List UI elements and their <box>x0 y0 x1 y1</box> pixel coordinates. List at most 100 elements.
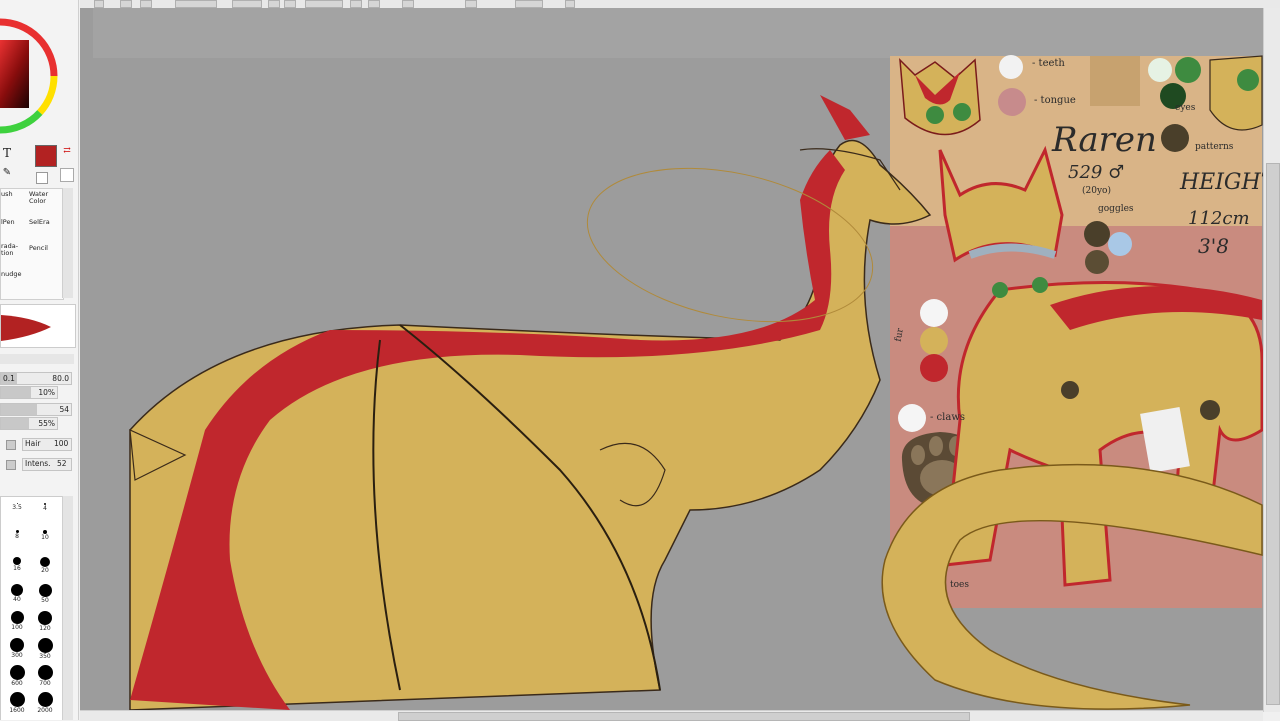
brush-size-option[interactable]: 2000 <box>31 692 59 714</box>
brush-size-dot <box>9 692 25 707</box>
brush-tool-selection-eraser[interactable]: SelEra <box>29 219 59 245</box>
texture-label: Hair <box>25 439 41 448</box>
toolbar-button[interactable] <box>565 0 575 8</box>
brush-size-dot <box>38 584 52 597</box>
brush-size-dot <box>10 611 24 624</box>
brush-size-dot <box>10 638 24 652</box>
toolbar-button[interactable] <box>402 0 414 8</box>
brush-tool-brush[interactable]: ush <box>1 191 31 217</box>
brush-label: SelEra <box>29 218 50 226</box>
primary-color-swatch[interactable] <box>35 145 57 167</box>
brush-size-dot <box>37 692 53 707</box>
opacity-slider[interactable]: 55% <box>0 417 58 430</box>
ref-height-cm: 112cm <box>1188 208 1250 229</box>
brush-preset-row[interactable] <box>0 354 74 364</box>
brush-size-dot <box>37 638 53 653</box>
brush-tool-pencil[interactable]: Pencil <box>29 245 59 271</box>
brush-size-label: 16 <box>13 565 21 572</box>
ref-eyes-label: eyes <box>1175 103 1196 113</box>
zoom-dropdown[interactable] <box>232 0 262 8</box>
brush-size-dot <box>9 665 25 680</box>
brush-size-option[interactable]: 120 <box>31 611 59 632</box>
secondary-color-swatch[interactable] <box>36 172 48 184</box>
brush-size-label: 40 <box>13 596 21 603</box>
texture-row[interactable]: Hair 100 <box>0 438 72 451</box>
brush-size-option[interactable]: 600 <box>3 665 31 687</box>
ref-goggles-label: goggles <box>1098 204 1134 214</box>
size-grid-scrollbar[interactable] <box>62 496 73 720</box>
toolbar-button[interactable] <box>120 0 132 8</box>
stabilizer-icon <box>465 0 477 8</box>
brush-size-option[interactable]: 300 <box>3 638 31 659</box>
toolbar-button[interactable] <box>350 0 362 8</box>
brush-size-label: 1600 <box>9 707 25 714</box>
ref-toes-label: toes <box>950 580 969 590</box>
brush-tool-grid: ush Water Color lPen SelEra rada- tion P… <box>0 188 64 300</box>
brush-tool-empty[interactable] <box>29 271 59 297</box>
transparent-color-button[interactable] <box>60 168 74 182</box>
intensity-row[interactable]: Intens. 52 <box>0 458 72 471</box>
brush-size-dot <box>38 611 52 625</box>
blending-value: 54 <box>59 405 69 414</box>
brush-size-grid: 3.5 4 8 10 16 20 40 50 100 120 300 350 600 700 1600 200… <box>0 496 64 720</box>
toolbar-button[interactable] <box>140 0 152 8</box>
brush-size-option[interactable]: 10 <box>31 530 59 541</box>
vertical-scroll-thumb[interactable] <box>1266 163 1280 705</box>
intensity-value: 52 <box>57 459 67 468</box>
toolbar-button[interactable] <box>284 0 296 8</box>
blending-slider[interactable]: 54 <box>0 403 72 416</box>
brush-size-option[interactable]: 700 <box>31 665 59 687</box>
brush-size-option[interactable]: 8 <box>3 530 31 540</box>
brush-size-option[interactable]: 20 <box>31 557 59 574</box>
brush-size-option[interactable]: 1600 <box>3 692 31 714</box>
brush-size-label: 10 <box>41 534 49 541</box>
swap-colors-icon[interactable]: ⇄ <box>60 144 74 158</box>
brush-tool-smudge[interactable]: nudge <box>1 271 31 297</box>
intensity-toggle[interactable] <box>6 460 16 470</box>
brush-grid-scrollbar[interactable] <box>62 188 73 298</box>
ref-claws-label: - claws <box>930 412 966 423</box>
brush-label: rada- tion <box>1 242 19 257</box>
texture-toggle[interactable] <box>6 440 16 450</box>
brush-tool-watercolor[interactable]: Water Color <box>29 191 59 217</box>
brush-size-option[interactable]: 4 <box>31 503 59 512</box>
brush-size-label: 700 <box>39 680 51 687</box>
ref-height-ft: 3'8 <box>1198 234 1229 258</box>
brush-label: Pencil <box>29 244 48 252</box>
intensity-label: Intens. <box>25 459 51 468</box>
toolbar-button[interactable] <box>368 0 380 8</box>
ref-age-line: 529 ♂ <box>1068 162 1125 183</box>
selection-dropdown[interactable] <box>175 0 217 8</box>
brush-size-option[interactable]: 350 <box>31 638 59 660</box>
brush-size-label: 50 <box>41 597 49 604</box>
canvas-vertical-scrollbar[interactable] <box>1263 8 1280 712</box>
color-wheel[interactable] <box>0 8 60 138</box>
text-tool-button[interactable]: T <box>0 146 14 160</box>
rotation-dropdown[interactable] <box>305 0 343 8</box>
brush-size-label: 2000 <box>37 707 53 714</box>
brush-size-label: 3.5 <box>12 504 22 511</box>
brush-tool-gradation[interactable]: rada- tion <box>1 243 31 269</box>
brush-size-option[interactable]: 50 <box>31 584 59 604</box>
brush-size-option[interactable]: 40 <box>3 584 31 603</box>
brush-size-dot <box>13 557 21 565</box>
brush-size-dot <box>11 584 23 596</box>
toolbar-button[interactable] <box>268 0 280 8</box>
canvas-horizontal-scrollbar[interactable] <box>80 710 1263 721</box>
selection-tool-button[interactable] <box>94 0 104 8</box>
ref-tongue-label: - tongue <box>1034 95 1076 106</box>
texture-value: 100 <box>54 439 69 448</box>
brush-size-option[interactable]: 100 <box>3 611 31 631</box>
eyedropper-icon[interactable]: ✎ <box>0 166 14 180</box>
min-size-slider[interactable]: 10% <box>0 386 58 399</box>
ref-height-label: HEIGHT <box>1180 170 1276 195</box>
brush-size-slider[interactable]: 0.1 80.0 <box>0 372 72 385</box>
brush-size-option[interactable]: 16 <box>3 557 31 572</box>
brush-label: Water Color <box>29 190 49 205</box>
brush-size-label: 8 <box>15 533 19 540</box>
brush-size-label: 300 <box>11 652 23 659</box>
brush-label: ush <box>1 190 13 198</box>
stabilizer-dropdown[interactable] <box>515 0 543 8</box>
canvas-viewport[interactable] <box>80 8 1263 712</box>
brush-size-option[interactable]: 3.5 <box>3 503 31 511</box>
